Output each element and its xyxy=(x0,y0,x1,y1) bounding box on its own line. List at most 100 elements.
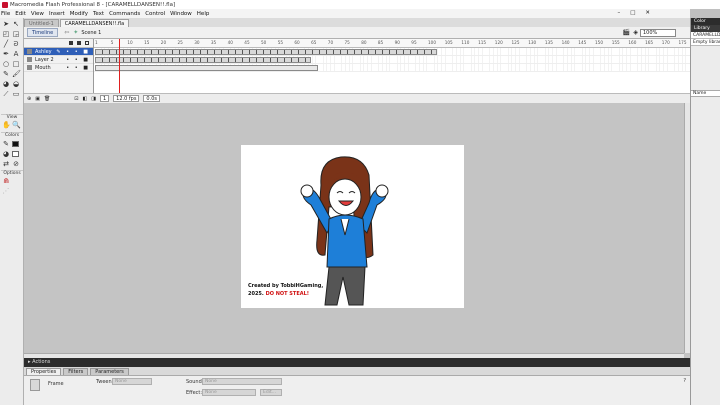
close-button[interactable]: ✕ xyxy=(645,9,650,18)
effect-label: Effect: xyxy=(186,390,203,396)
menu-commands[interactable]: Commands xyxy=(109,11,140,17)
tween-select[interactable]: None xyxy=(112,378,152,385)
tab-caramelldansen[interactable]: CARAMELLDANSEN!!.fla xyxy=(59,19,130,27)
tab-properties[interactable]: Properties xyxy=(26,368,62,375)
document-tabs: Untitled-1 CARAMELLDANSEN!!.fla xyxy=(24,18,690,27)
library-document[interactable]: CARAMELLDANSEN!!.fla xyxy=(691,32,720,39)
frame-row[interactable] xyxy=(94,56,690,64)
arrow-tool-icon[interactable]: ➤ xyxy=(2,20,10,28)
frame-span[interactable] xyxy=(95,65,318,71)
tab-filters[interactable]: Filters xyxy=(63,368,89,375)
stroke-color-swatch[interactable] xyxy=(12,141,19,147)
eraser-icon[interactable]: ▭ xyxy=(12,90,20,98)
fill-color-icon[interactable]: ◕ xyxy=(2,150,10,158)
oval-tool-icon[interactable]: ○ xyxy=(2,60,10,68)
eyedropper-icon[interactable]: ⟋ xyxy=(2,90,10,98)
lock-icon[interactable] xyxy=(77,41,81,45)
ruler-tick: 30 xyxy=(194,40,200,45)
pen-tool-icon[interactable]: ✒ xyxy=(2,50,10,58)
timeline-toggle-button[interactable]: Timeline xyxy=(27,28,59,37)
sound-select[interactable]: None xyxy=(202,378,282,385)
menu-insert[interactable]: Insert xyxy=(49,11,65,17)
delete-layer-icon[interactable]: 🗑 xyxy=(44,96,50,102)
effect-select[interactable]: None xyxy=(202,389,256,396)
menu-help[interactable]: Help xyxy=(197,11,210,17)
scene-label: Scene 1 xyxy=(81,29,102,36)
ruler-tick: 35 xyxy=(210,40,217,45)
edit-scene-icon[interactable]: 🎬 xyxy=(623,29,630,36)
zoom-tool-icon[interactable]: 🔍 xyxy=(12,121,21,129)
no-color-icon[interactable]: ⊘ xyxy=(12,160,20,168)
fps-field[interactable]: 12.0 fps xyxy=(113,95,140,102)
menu-view[interactable]: View xyxy=(31,11,44,17)
stage-canvas[interactable]: Created by TobbiHGaming, 2025. DO NOT ST… xyxy=(241,145,464,308)
onion-outline-icon[interactable]: ◨ xyxy=(91,96,96,102)
stroke-color-icon[interactable]: ✎ xyxy=(2,140,10,148)
frame-ruler[interactable]: 1 5 10 15 20 25 30 35 40 45 50 55 60 65 70 75 80 85 90 95 10… xyxy=(94,39,690,48)
free-transform-icon[interactable]: ◰ xyxy=(2,30,10,38)
center-frame-icon[interactable]: ⊡ xyxy=(74,96,78,102)
minimize-button[interactable]: – xyxy=(617,9,620,18)
lasso-tool-icon[interactable]: ᘐ xyxy=(12,40,20,48)
frame-row[interactable] xyxy=(94,48,690,56)
fill-color-swatch[interactable] xyxy=(12,151,19,157)
snap-magnet-icon[interactable]: ⋒ xyxy=(2,177,10,185)
library-name-header[interactable]: Name xyxy=(691,90,720,97)
menu-modify[interactable]: Modify xyxy=(70,11,88,17)
brush-tool-icon[interactable]: 🖌 xyxy=(12,70,21,78)
hand-tool-icon[interactable]: ✋ xyxy=(2,121,11,129)
ruler-tick: 55 xyxy=(277,40,284,45)
menu-bar: File Edit View Insert Modify Text Comman… xyxy=(0,9,690,18)
text-tool-icon[interactable]: A xyxy=(12,50,20,58)
outline-icon[interactable] xyxy=(85,41,89,45)
ruler-tick: 95 xyxy=(411,40,417,45)
smooth-icon[interactable]: ⋰ xyxy=(2,187,10,195)
layer-row[interactable]: Ashley ✎ • • ■ xyxy=(24,48,93,56)
frame-grid[interactable] xyxy=(94,48,690,72)
current-frame-field[interactable]: 1 xyxy=(99,95,110,102)
menu-file[interactable]: File xyxy=(1,11,10,17)
layer-row[interactable]: Mouth • • ■ xyxy=(24,64,93,72)
pencil-tool-icon[interactable]: ✎ xyxy=(2,70,10,78)
credit-year: 2025. xyxy=(248,291,264,297)
line-tool-icon[interactable]: ╱ xyxy=(2,40,10,48)
frame-span[interactable] xyxy=(95,49,437,55)
swap-colors-icon[interactable]: ⇄ xyxy=(2,160,10,168)
layer-toggles[interactable]: • • ■ xyxy=(66,57,90,63)
options-section-label: Options xyxy=(1,170,23,176)
layer-row[interactable]: Layer 2 • • ■ xyxy=(24,56,93,64)
ruler-tick: 25 xyxy=(177,40,183,45)
add-layer-icon[interactable]: ⊕ xyxy=(27,96,31,102)
actions-label: Actions xyxy=(32,359,51,365)
eye-icon[interactable] xyxy=(69,41,73,45)
back-arrow-icon[interactable]: ⇦ xyxy=(64,29,69,36)
add-folder-icon[interactable]: ▣ xyxy=(35,96,40,102)
maximize-button[interactable]: □ xyxy=(630,9,635,18)
ruler-tick: 50 xyxy=(261,40,267,45)
help-icon[interactable]: ? xyxy=(683,378,686,384)
ink-bottle-icon[interactable]: ◕ xyxy=(2,80,10,88)
layer-toggles[interactable]: • • ■ xyxy=(66,65,90,71)
menu-text[interactable]: Text xyxy=(93,11,104,17)
onion-skin-icon[interactable]: ◧ xyxy=(83,96,88,102)
ruler-tick: 170 xyxy=(661,40,670,45)
actions-panel-header[interactable]: ▸ Actions xyxy=(24,358,690,367)
menu-window[interactable]: Window xyxy=(170,11,192,17)
color-panel-header[interactable]: Color xyxy=(691,18,720,25)
rectangle-tool-icon[interactable]: □ xyxy=(12,60,20,68)
fill-transform-icon[interactable]: ◲ xyxy=(12,30,20,38)
menu-edit[interactable]: Edit xyxy=(15,11,26,17)
edit-effect-button[interactable]: Edit... xyxy=(260,389,282,396)
library-panel-header[interactable]: Library xyxy=(691,25,720,32)
frame-span[interactable] xyxy=(95,57,311,63)
menu-control[interactable]: Control xyxy=(145,11,165,17)
ruler-tick: 75 xyxy=(344,40,350,45)
tab-parameters[interactable]: Parameters xyxy=(90,368,129,375)
subselect-tool-icon[interactable]: ↖ xyxy=(12,20,20,28)
frame-row[interactable] xyxy=(94,64,690,72)
layer-toggles[interactable]: ✎ • • ■ xyxy=(56,49,90,55)
zoom-select[interactable]: 100% xyxy=(640,29,676,37)
paint-bucket-icon[interactable]: ◒ xyxy=(12,80,20,88)
tab-untitled[interactable]: Untitled-1 xyxy=(24,19,59,27)
edit-symbol-icon[interactable]: ◈ xyxy=(633,29,638,36)
